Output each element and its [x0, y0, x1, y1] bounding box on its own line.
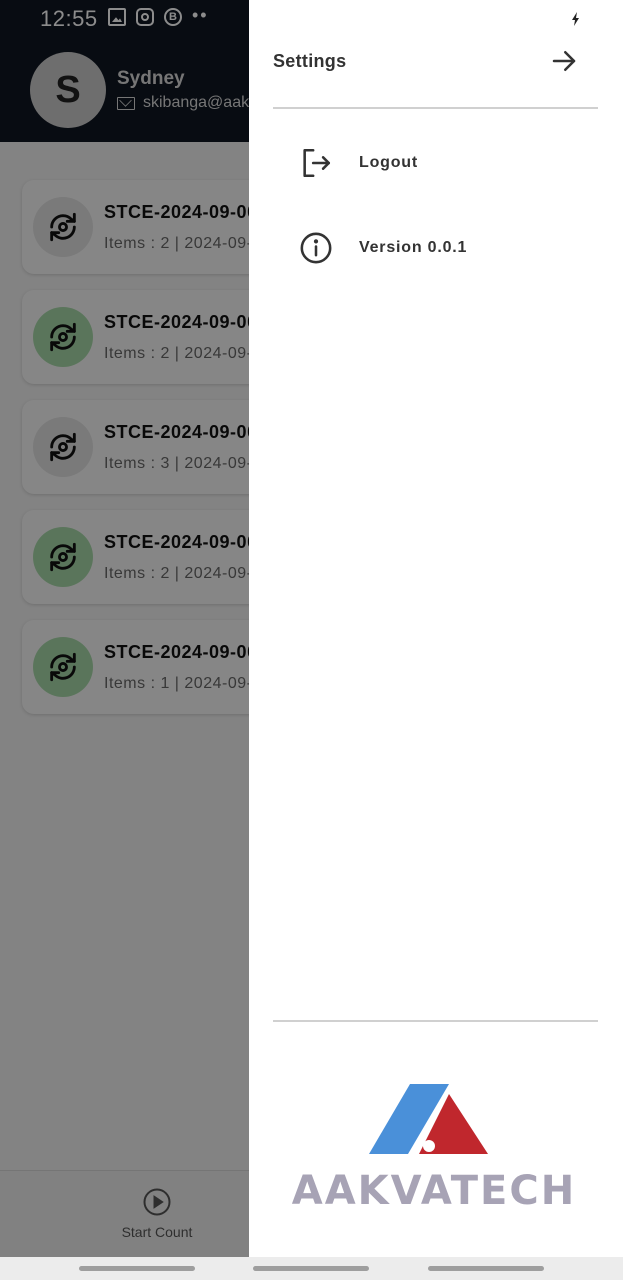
logo-text: AAKVATECH: [291, 1168, 577, 1214]
logout-icon: [303, 148, 331, 178]
logout-label: Logout: [359, 154, 418, 171]
logout-item[interactable]: Logout: [273, 133, 598, 193]
nav-pill-left[interactable]: [79, 1266, 195, 1271]
nav-pill-home[interactable]: [253, 1266, 369, 1271]
charging-icon: [572, 12, 579, 26]
info-icon: [300, 232, 332, 264]
drawer-title: Settings: [273, 51, 347, 71]
close-drawer-arrow-icon[interactable]: [549, 46, 579, 76]
drawer-divider-bottom: [273, 1020, 598, 1022]
logo-mark: [369, 1084, 488, 1154]
aakvatech-logo: AAKVATECH: [289, 1082, 579, 1214]
settings-drawer: Settings Logout Version 0.0.1 AAKVATECH: [249, 0, 623, 1257]
version-item[interactable]: Version 0.0.1: [273, 218, 598, 278]
system-nav-bar: [0, 1257, 623, 1280]
version-label: Version 0.0.1: [359, 239, 468, 256]
drawer-divider-top: [273, 107, 598, 109]
nav-pill-right[interactable]: [428, 1266, 544, 1271]
